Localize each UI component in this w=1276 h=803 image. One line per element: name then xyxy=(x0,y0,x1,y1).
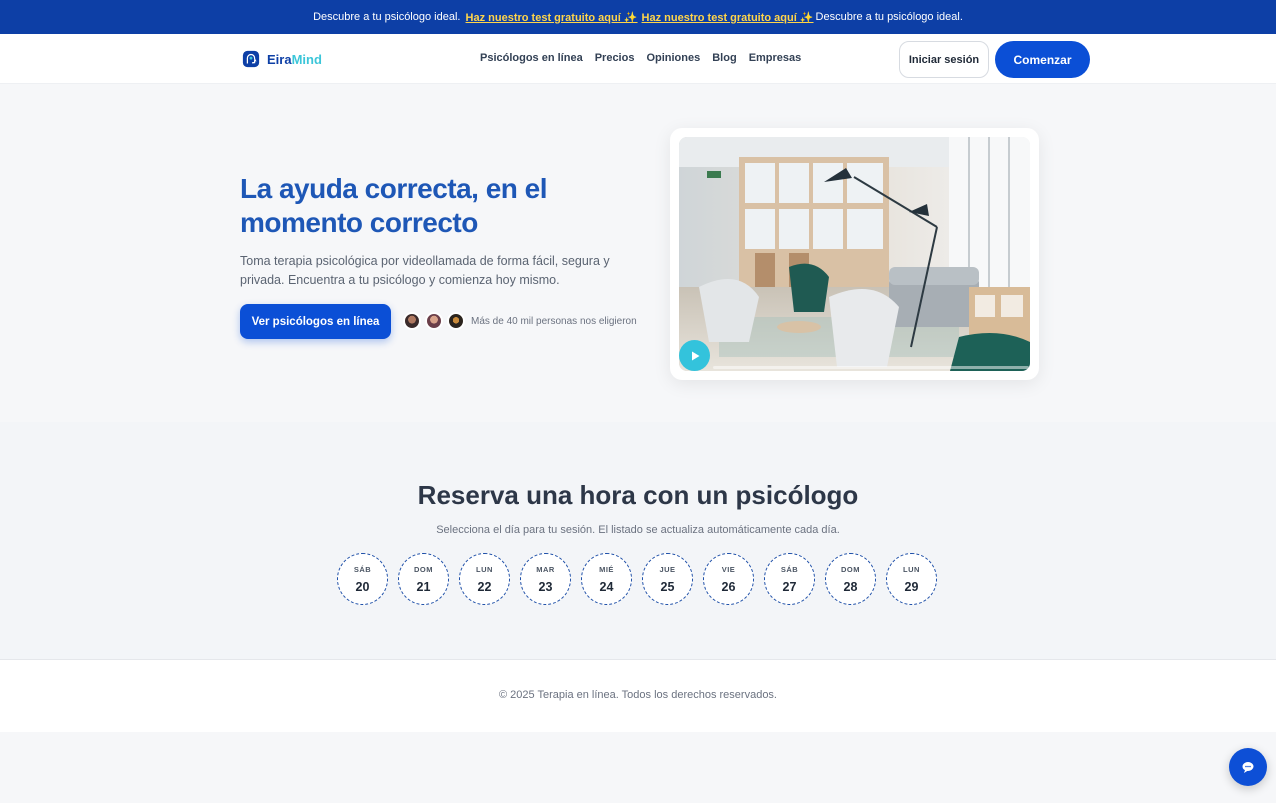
day-number: 28 xyxy=(843,579,858,594)
day-number: 21 xyxy=(416,579,431,594)
day-option[interactable]: LUN 29 xyxy=(886,553,937,605)
nav-empresas[interactable]: Empresas xyxy=(749,52,802,64)
announcement-lead: Descubre a tu psicólogo ideal. xyxy=(313,11,461,23)
play-icon xyxy=(691,351,699,360)
nav-precios[interactable]: Precios xyxy=(595,52,635,64)
day-option[interactable]: MAR 23 xyxy=(520,553,571,605)
day-option[interactable]: LUN 22 xyxy=(459,553,510,605)
booking-title: Reserva una hora con un psicólogo xyxy=(417,480,859,510)
brand-logo[interactable]: Eira Mind xyxy=(242,50,322,68)
day-weekday: JUE xyxy=(659,564,676,574)
day-picker: SÁB 20 DOM 21 LUN 22 MAR 23 MIÉ 24 JUE 25 VIE 2… xyxy=(337,553,937,605)
day-weekday: LUN xyxy=(476,564,493,574)
logo-text-part1: Eira xyxy=(267,51,292,67)
day-weekday: SÁB xyxy=(353,564,372,574)
day-number: 29 xyxy=(904,579,919,594)
view-psychologists-button[interactable]: Ver psicólogos en línea xyxy=(240,304,391,339)
day-option[interactable]: DOM 28 xyxy=(825,553,876,605)
chat-bubble-icon xyxy=(1242,762,1254,773)
head-logo-icon xyxy=(242,50,260,68)
announcement-bar: Descubre a tu psicólogo ideal. Haz nuest… xyxy=(0,0,1276,34)
play-button[interactable] xyxy=(679,340,710,371)
main-nav: Psicólogos en línea Precios Opiniones Bl… xyxy=(480,52,801,64)
day-option[interactable]: DOM 21 xyxy=(398,553,449,605)
day-weekday: VIE xyxy=(721,564,736,574)
day-weekday: DOM xyxy=(841,564,860,574)
nav-opiniones[interactable]: Opiniones xyxy=(646,52,700,64)
day-number: 20 xyxy=(355,579,370,594)
nav-psicologos[interactable]: Psicólogos en línea xyxy=(480,52,583,64)
site-header: Eira Mind Psicólogos en línea Precios Opi… xyxy=(0,34,1276,84)
office-image[interactable] xyxy=(679,137,1030,371)
day-weekday: LUN xyxy=(903,564,920,574)
day-number: 24 xyxy=(599,579,614,594)
day-number: 27 xyxy=(782,579,797,594)
avatar-group xyxy=(403,312,465,330)
day-weekday: MAR xyxy=(536,564,555,574)
free-test-link-repeat[interactable]: Haz nuestro test gratuito aquí ✨ xyxy=(642,11,814,24)
day-number: 25 xyxy=(660,579,675,594)
day-option[interactable]: SÁB 27 xyxy=(764,553,815,605)
day-number: 26 xyxy=(721,579,736,594)
day-weekday: SÁB xyxy=(780,564,799,574)
announcement-trail: Descubre a tu psicólogo ideal. xyxy=(815,11,963,23)
booking-subtitle: Selecciona el día para tu sesión. El lis… xyxy=(436,524,840,536)
day-option[interactable]: MIÉ 24 xyxy=(581,553,632,605)
free-test-link[interactable]: Haz nuestro test gratuito aquí ✨ xyxy=(466,11,638,24)
start-button[interactable]: Comenzar xyxy=(995,41,1090,78)
day-option[interactable]: VIE 26 xyxy=(703,553,754,605)
login-button[interactable]: Iniciar sesión xyxy=(899,41,989,78)
logo-text-part2: Mind xyxy=(291,51,322,67)
footer-copyright: © 2025 Terapia en línea. Todos los derec… xyxy=(499,689,777,701)
day-option[interactable]: JUE 25 xyxy=(642,553,693,605)
hero-title: La ayuda correcta, en el momento correct… xyxy=(240,173,548,238)
day-weekday: DOM xyxy=(414,564,433,574)
nav-blog[interactable]: Blog xyxy=(712,52,736,64)
day-number: 22 xyxy=(477,579,492,594)
office-illustration xyxy=(679,137,1030,371)
day-weekday: MIÉ xyxy=(599,564,614,574)
video-card xyxy=(670,128,1039,380)
avatar xyxy=(403,312,421,330)
hero-subtitle: Toma terapia psicológica por videollamad… xyxy=(240,254,610,287)
social-proof-text: Más de 40 mil personas nos eligieron xyxy=(471,316,637,327)
avatar xyxy=(447,312,465,330)
booking-section xyxy=(0,422,1276,659)
video-progress-bar[interactable] xyxy=(713,366,1029,369)
chat-button[interactable] xyxy=(1229,748,1267,786)
avatar xyxy=(425,312,443,330)
day-option[interactable]: SÁB 20 xyxy=(337,553,388,605)
day-number: 23 xyxy=(538,579,553,594)
